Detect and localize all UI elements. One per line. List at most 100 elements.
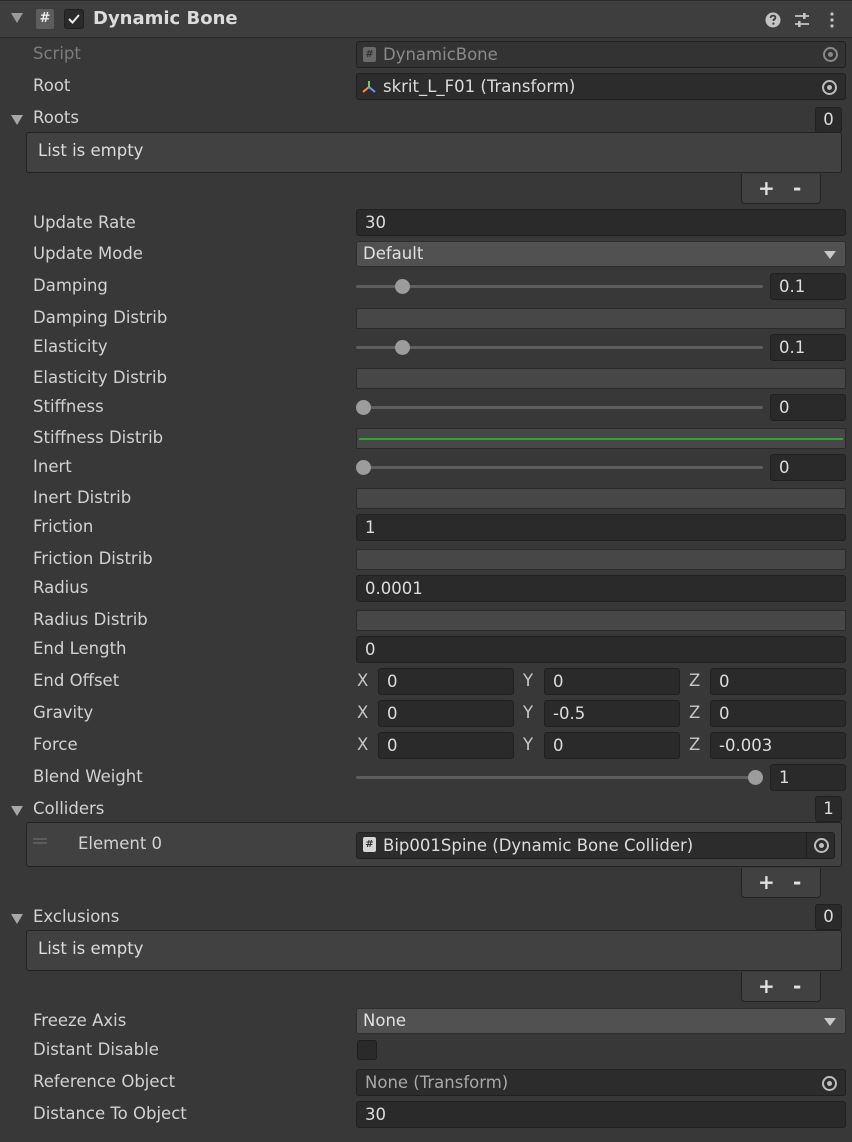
distance-to-object-input[interactable]: 30 (356, 1101, 846, 1128)
chevron-down-icon (824, 251, 836, 259)
gravity-x-input[interactable]: 0 (378, 700, 514, 727)
distance-to-object-row: Distance To Object 30 (0, 1100, 852, 1130)
script-field: DynamicBone (356, 41, 846, 68)
remove-button[interactable]: - (793, 870, 801, 894)
kebab-menu-icon[interactable] (822, 10, 842, 30)
update-rate-label: Update Rate (33, 213, 136, 232)
checkmark-icon (68, 14, 80, 24)
end-offset-x-input[interactable]: 0 (378, 668, 514, 695)
drag-handle-icon[interactable] (33, 842, 47, 844)
foldout-arrow-icon[interactable] (11, 115, 23, 125)
root-row: Root skrit_L_F01 (Transform) (0, 72, 852, 102)
end-offset-z-input[interactable]: 0 (710, 668, 846, 695)
gravity-z-input[interactable]: 0 (710, 700, 846, 727)
exclusions-count[interactable]: 0 (815, 904, 842, 930)
blend-weight-input[interactable]: 1 (770, 764, 846, 791)
collider-element-value: Bip001Spine (Dynamic Bone Collider) (383, 836, 694, 855)
inert-label: Inert (33, 457, 72, 476)
root-field[interactable]: skrit_L_F01 (Transform) (356, 73, 846, 100)
colliders-list: Element 0 Bip001Spine (Dynamic Bone Coll… (26, 822, 842, 867)
foldout-arrow-icon[interactable] (11, 13, 23, 23)
friction-input[interactable]: 1 (356, 514, 846, 541)
distant-disable-checkbox[interactable] (357, 1040, 377, 1060)
freeze-axis-label: Freeze Axis (33, 1011, 127, 1030)
axis-x-label: X (357, 703, 369, 722)
stiffness-slider[interactable] (356, 406, 763, 409)
roots-foldout[interactable]: Roots 0 (0, 104, 852, 134)
reference-object-field[interactable]: None (Transform) (356, 1069, 846, 1096)
stiffness-input[interactable]: 0 (770, 394, 846, 421)
stiffness-distrib-label: Stiffness Distrib (33, 428, 164, 447)
drag-handle-icon[interactable] (33, 838, 47, 840)
object-picker-icon[interactable] (822, 80, 837, 95)
elasticity-distrib-curve[interactable] (356, 368, 846, 389)
add-button[interactable]: + (758, 176, 775, 200)
force-label: Force (33, 735, 78, 754)
slider-handle[interactable] (395, 340, 411, 355)
damping-slider[interactable] (356, 285, 763, 288)
reference-object-value: None (Transform) (365, 1073, 509, 1092)
script-file-icon: # (363, 837, 376, 852)
inert-slider[interactable] (356, 466, 763, 469)
presets-icon[interactable] (792, 10, 812, 30)
update-mode-dropdown[interactable]: Default (356, 241, 846, 267)
slider-handle[interactable] (356, 460, 371, 475)
stiffness-row: Stiffness 0 (0, 393, 852, 423)
end-length-label: End Length (33, 639, 127, 658)
axis-y-label: Y (523, 735, 534, 754)
add-button[interactable]: + (758, 870, 775, 894)
radius-distrib-curve[interactable] (356, 610, 846, 631)
axis-z-label: Z (689, 735, 701, 754)
stiffness-distrib-curve[interactable] (356, 428, 846, 449)
end-length-input[interactable]: 0 (356, 636, 846, 663)
freeze-axis-dropdown[interactable]: None (356, 1008, 846, 1034)
radius-input[interactable]: 0.0001 (356, 575, 846, 602)
add-button[interactable]: + (758, 974, 775, 998)
help-icon[interactable] (763, 10, 783, 30)
damping-distrib-row: Damping Distrib (0, 304, 852, 334)
slider-handle[interactable] (356, 400, 371, 415)
foldout-arrow-icon[interactable] (11, 806, 23, 816)
damping-row: Damping 0.1 (0, 272, 852, 302)
inert-input[interactable]: 0 (770, 454, 846, 481)
foldout-arrow-icon[interactable] (11, 914, 23, 924)
axis-y-label: Y (523, 671, 534, 690)
colliders-add-remove: + - (741, 868, 821, 898)
roots-list: List is empty (26, 132, 842, 173)
friction-row: Friction 1 (0, 513, 852, 543)
force-z-input[interactable]: -0.003 (710, 732, 846, 759)
blend-weight-row: Blend Weight 1 (0, 763, 852, 793)
elasticity-input[interactable]: 0.1 (770, 334, 846, 361)
colliders-count[interactable]: 1 (815, 796, 842, 822)
script-value: DynamicBone (383, 45, 498, 64)
update-mode-label: Update Mode (33, 244, 143, 263)
inert-distrib-curve[interactable] (356, 488, 846, 509)
component-title: Dynamic Bone (93, 8, 238, 29)
update-rate-input[interactable]: 30 (356, 209, 846, 236)
slider-handle[interactable] (395, 279, 411, 294)
elasticity-row: Elasticity 0.1 (0, 333, 852, 363)
object-picker-icon[interactable] (822, 1076, 837, 1091)
gravity-label: Gravity (33, 703, 94, 722)
elasticity-slider[interactable] (356, 346, 763, 349)
axis-x-label: X (357, 671, 369, 690)
end-offset-y-input[interactable]: 0 (544, 668, 680, 695)
remove-button[interactable]: - (793, 176, 801, 200)
roots-count[interactable]: 0 (815, 107, 842, 133)
force-x-input[interactable]: 0 (378, 732, 514, 759)
collider-element-field[interactable]: Bip001Spine (Dynamic Bone Collider) (356, 832, 835, 859)
blend-weight-slider[interactable] (356, 776, 763, 779)
exclusions-foldout[interactable]: Exclusions 0 (0, 903, 852, 933)
friction-distrib-curve[interactable] (356, 549, 846, 570)
force-y-input[interactable]: 0 (544, 732, 680, 759)
inert-distrib-row: Inert Distrib (0, 484, 852, 514)
colliders-foldout[interactable]: Colliders 1 (0, 795, 852, 825)
slider-handle[interactable] (748, 770, 763, 785)
object-picker-icon[interactable] (814, 838, 829, 853)
damping-input[interactable]: 0.1 (770, 273, 846, 300)
gravity-y-input[interactable]: -0.5 (544, 700, 680, 727)
update-mode-value: Default (363, 244, 424, 263)
remove-button[interactable]: - (793, 974, 801, 998)
component-enabled-checkbox[interactable] (64, 9, 84, 29)
damping-distrib-curve[interactable] (356, 308, 846, 329)
